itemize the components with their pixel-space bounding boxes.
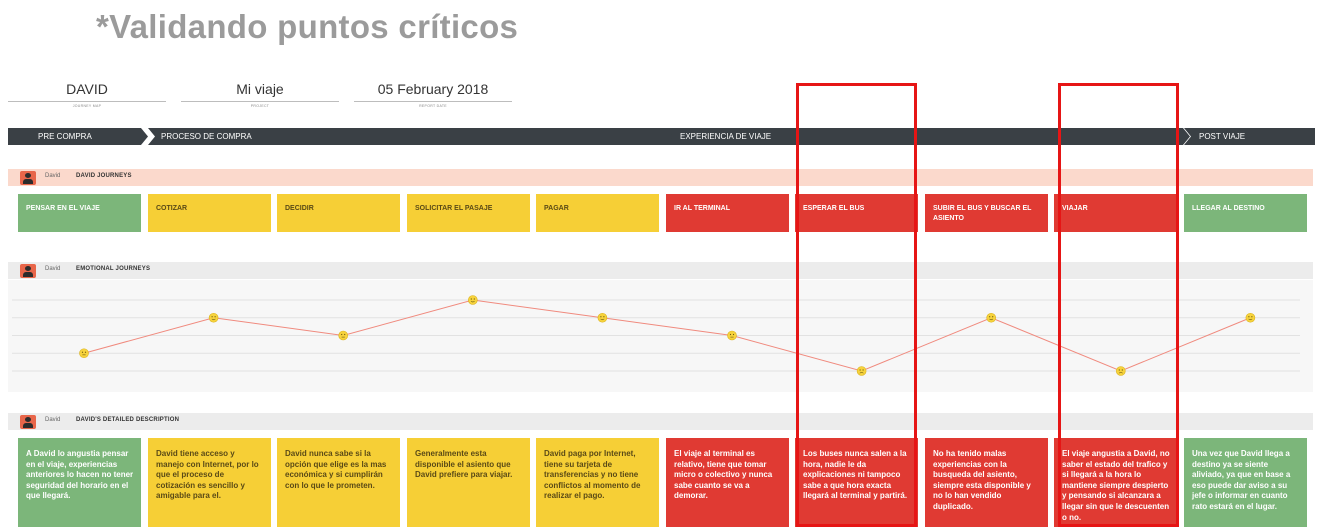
avatar-icon (20, 415, 36, 429)
step-label: SUBIR EL BUS Y BUSCAR EL ASIENTO (933, 205, 1032, 222)
step-label: PENSAR EN EL VIAJE (26, 205, 100, 212)
persona-name: David (45, 173, 61, 179)
description-card: Una vez que David llega a destino ya se … (1184, 438, 1307, 527)
description-card: Generalmente esta disponible el asiento … (407, 438, 530, 527)
persona-name: David (45, 417, 61, 423)
avatar-icon (20, 264, 36, 278)
persona-field[interactable]: DAVID JOURNEY MAP (8, 80, 166, 108)
persona-name: David (45, 266, 61, 272)
band-label: DAVID JOURNEYS (76, 173, 132, 179)
step-label: LLEGAR AL DESTINO (1192, 205, 1265, 212)
step-label: DECIDIR (285, 205, 314, 212)
emotion-point-face-icon[interactable] (467, 295, 478, 305)
date-value: 05 February 2018 (377, 81, 489, 97)
step-card[interactable]: PENSAR EN EL VIAJE (18, 194, 141, 232)
step-card[interactable]: COTIZAR (148, 194, 271, 232)
step-card[interactable]: SOLICITAR EL PASAJE (407, 194, 530, 232)
project-value: Mi viaje (236, 81, 284, 97)
step-label: IR AL TERMINAL (674, 205, 730, 212)
emotion-point-face-icon[interactable] (208, 312, 219, 323)
critical-highlight-box (796, 83, 917, 527)
band-label: EMOTIONAL JOURNEYS (76, 266, 151, 272)
date-underline (354, 101, 512, 102)
step-card[interactable]: SUBIR EL BUS Y BUSCAR EL ASIENTO (925, 194, 1048, 232)
description-card: A David lo angustia pensar en el viaje, … (18, 438, 141, 527)
persona-caption: JOURNEY MAP (72, 104, 102, 108)
emotion-point-face-icon[interactable] (1245, 312, 1256, 323)
emotion-point-face-icon[interactable] (79, 348, 89, 359)
project-underline (181, 101, 339, 102)
stage-label: POST VIAJE (1199, 132, 1246, 141)
avatar-icon (20, 171, 36, 185)
critical-highlight-box (1058, 83, 1179, 527)
emotion-point-face-icon[interactable] (338, 330, 349, 341)
stage-pre-compra[interactable]: PRE COMPRA (8, 128, 148, 145)
emotion-point-face-icon[interactable] (986, 312, 997, 323)
persona-underline (8, 101, 166, 102)
description-card: David nunca sabe si la opción que elige … (277, 438, 400, 527)
step-card[interactable]: LLEGAR AL DESTINO (1184, 194, 1307, 232)
date-caption: REPORT DATE (419, 104, 447, 108)
stage-label: PROCESO DE COMPRA (161, 132, 252, 141)
date-field[interactable]: 05 February 2018 REPORT DATE (354, 80, 512, 108)
description-card: No ha tenido malas experiencias con la b… (925, 438, 1048, 527)
description-card: El viaje al terminal es relativo, tiene … (666, 438, 789, 527)
step-label: PAGAR (544, 205, 569, 212)
emotion-point-face-icon[interactable] (597, 312, 608, 323)
stage-post-viaje[interactable]: POST VIAJE (1184, 128, 1315, 145)
band-label: DAVID'S DETAILED DESCRIPTION (76, 417, 180, 423)
stage-proceso-de-compra[interactable]: PROCESO DE COMPRA (148, 128, 675, 145)
stage-label: EXPERIENCIA DE VIAJE (680, 132, 772, 141)
emotion-point-face-icon[interactable] (727, 330, 737, 341)
step-card[interactable]: PAGAR (536, 194, 659, 232)
step-label: SOLICITAR EL PASAJE (415, 205, 493, 212)
page-title: *Validando puntos críticos (96, 8, 519, 45)
description-card: David tiene acceso y manejo con Internet… (148, 438, 271, 527)
step-card[interactable]: IR AL TERMINAL (666, 194, 789, 232)
step-label: COTIZAR (156, 205, 188, 212)
persona-value: DAVID (66, 81, 108, 97)
project-caption: PROJECT (250, 104, 270, 108)
project-field[interactable]: Mi viaje PROJECT (181, 80, 339, 108)
description-card: David paga por Internet, tiene su tarjet… (536, 438, 659, 527)
stage-label: PRE COMPRA (38, 132, 92, 141)
step-card[interactable]: DECIDIR (277, 194, 400, 232)
